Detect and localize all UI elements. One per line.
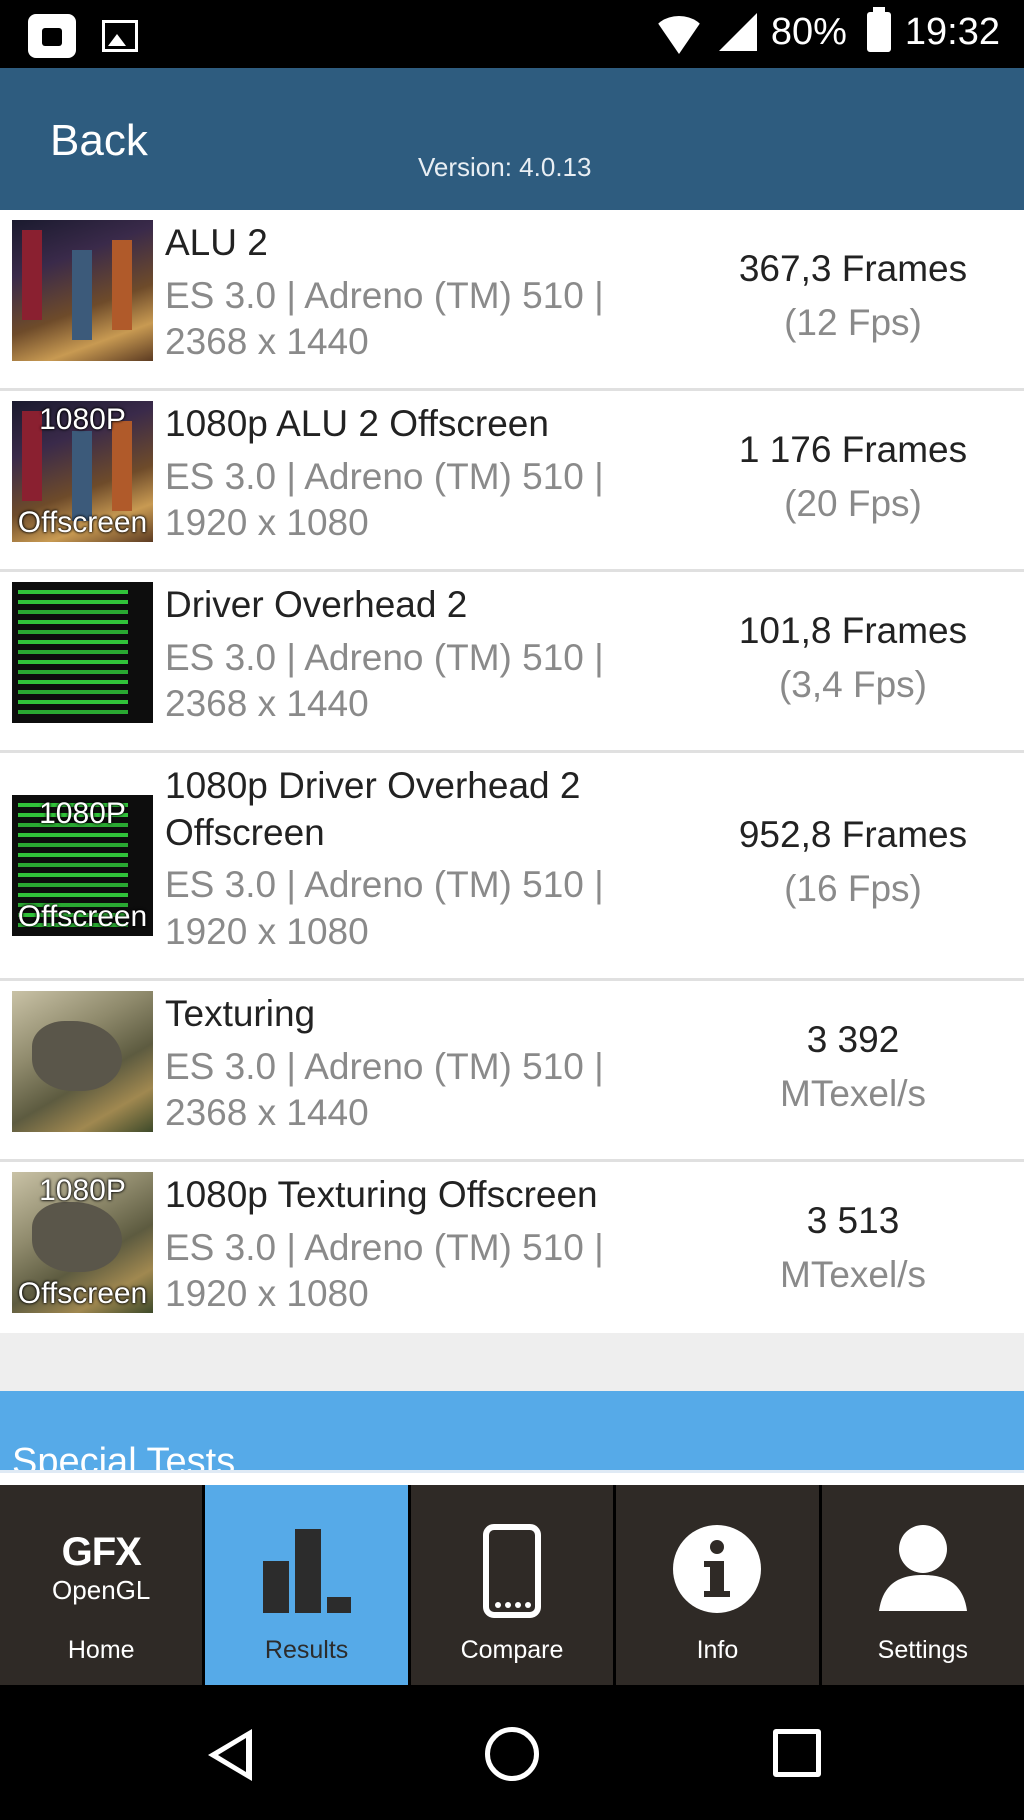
texturing-offscreen-thumbnail: 1080P Offscreen [12, 1172, 153, 1313]
nav-info[interactable]: Info [616, 1485, 819, 1685]
battery-percent: 80% [770, 10, 847, 53]
score-value: 101,8 Frames [738, 610, 968, 651]
result-resolution: 1920 x 1080 [165, 502, 369, 543]
status-bar: 80% 19:32 [0, 0, 1024, 68]
result-title: Texturing [165, 993, 316, 1034]
signal-icon [718, 13, 757, 51]
result-title-line2: Offscreen [165, 812, 325, 853]
system-home-icon[interactable] [485, 1727, 539, 1781]
result-title: 1080p Driver Overhead 2 [165, 765, 581, 806]
thumb-tag-bottom: Offscreen [17, 900, 148, 933]
bar-chart-icon [262, 1529, 351, 1613]
result-row-1080p-texturing-offscreen[interactable]: 1080P Offscreen 1080p Texturing Offscree… [0, 1162, 1024, 1340]
system-recents-icon[interactable] [773, 1729, 821, 1777]
result-resolution: 2368 x 1440 [165, 1092, 369, 1133]
result-score: 1 176 Frames (20 Fps) [700, 423, 1006, 531]
score-value: 3 513 [806, 1200, 900, 1241]
result-title: 1080p ALU 2 Offscreen [165, 403, 549, 444]
result-resolution: 1920 x 1080 [165, 1273, 369, 1314]
divider [0, 1470, 1024, 1473]
driver-overhead-offscreen-thumbnail: 1080P Offscreen [12, 795, 153, 936]
version-label: Version: 4.0.13 [418, 152, 592, 182]
alu2-thumbnail [12, 220, 153, 361]
score-value: 367,3 Frames [738, 248, 968, 289]
nav-home[interactable]: GFX OpenGL Home [0, 1485, 203, 1685]
battery-icon [866, 7, 891, 52]
system-nav-bar [0, 1685, 1024, 1820]
texturing-thumbnail [12, 991, 153, 1132]
result-row-texturing[interactable]: Texturing ES 3.0 | Adreno (TM) 510 | 236… [0, 981, 1024, 1162]
wifi-icon [652, 16, 705, 54]
special-tests-label: Special Tests [12, 1441, 236, 1471]
back-button[interactable]: Back [50, 116, 148, 166]
result-resolution: 2368 x 1440 [165, 321, 369, 362]
logo-main: GFX [61, 1530, 142, 1574]
score-value: 3 392 [806, 1019, 900, 1060]
driver-overhead-thumbnail [12, 582, 153, 723]
result-score: 101,8 Frames (3,4 Fps) [700, 604, 1006, 712]
result-api-gpu: ES 3.0 | Adreno (TM) 510 | [165, 275, 604, 316]
nav-home-label: Home [67, 1636, 135, 1664]
result-row-1080p-driver-overhead-2-offscreen[interactable]: 1080P Offscreen 1080p Driver Overhead 2 … [0, 753, 1024, 981]
score-unit: (16 Fps) [784, 868, 922, 909]
result-api-gpu: ES 3.0 | Adreno (TM) 510 | [165, 637, 604, 678]
briefcase-icon [28, 14, 76, 58]
alu2-offscreen-thumbnail: 1080P Offscreen [12, 401, 153, 542]
results-list: ALU 2 ES 3.0 | Adreno (TM) 510 | 2368 x … [0, 210, 1024, 1340]
result-api-gpu: ES 3.0 | Adreno (TM) 510 | [165, 864, 604, 905]
system-back-icon[interactable] [208, 1729, 252, 1781]
result-title: 1080p Texturing Offscreen [165, 1174, 598, 1215]
result-row-driver-overhead-2[interactable]: Driver Overhead 2 ES 3.0 | Adreno (TM) 5… [0, 572, 1024, 753]
logo-sub: OpenGL [52, 1575, 151, 1605]
thumb-tag-top: 1080P [39, 797, 126, 830]
nav-compare[interactable]: Compare [410, 1485, 614, 1685]
result-score: 367,3 Frames (12 Fps) [700, 242, 1006, 350]
nav-info-label: Info [696, 1636, 739, 1664]
result-api-gpu: ES 3.0 | Adreno (TM) 510 | [165, 1046, 604, 1087]
score-unit: MTexel/s [780, 1073, 926, 1114]
info-icon [673, 1525, 762, 1613]
result-resolution: 1920 x 1080 [165, 911, 369, 952]
result-title: ALU 2 [165, 222, 268, 263]
nav-results-label: Results [264, 1636, 349, 1664]
app-header: Back Version: 4.0.13 [0, 68, 1024, 210]
thumb-tag-top: 1080P [39, 1174, 126, 1207]
result-row-1080p-alu2-offscreen[interactable]: 1080P Offscreen 1080p ALU 2 Offscreen ES… [0, 391, 1024, 572]
nav-settings[interactable]: Settings [821, 1485, 1024, 1685]
result-score: 952,8 Frames (16 Fps) [700, 808, 1006, 916]
bottom-nav: GFX OpenGL Home Results Compare Info Set… [0, 1485, 1024, 1685]
score-unit: MTexel/s [780, 1254, 926, 1295]
user-icon [878, 1525, 967, 1611]
score-unit: (3,4 Fps) [778, 664, 928, 705]
nav-results[interactable]: Results [205, 1485, 408, 1685]
result-score: 3 513 MTexel/s [700, 1194, 1006, 1302]
thumb-tag-bottom: Offscreen [17, 506, 148, 539]
nav-settings-label: Settings [877, 1636, 968, 1664]
score-value: 1 176 Frames [738, 429, 968, 470]
score-value: 952,8 Frames [738, 814, 968, 855]
result-row-alu2[interactable]: ALU 2 ES 3.0 | Adreno (TM) 510 | 2368 x … [0, 210, 1024, 391]
result-api-gpu: ES 3.0 | Adreno (TM) 510 | [165, 1227, 604, 1268]
score-unit: (20 Fps) [784, 483, 922, 524]
result-score: 3 392 MTexel/s [700, 1013, 1006, 1121]
gfx-logo-icon: GFX OpenGL [52, 1530, 151, 1609]
thumb-tag-top: 1080P [39, 403, 126, 436]
result-resolution: 2368 x 1440 [165, 683, 369, 724]
result-title: Driver Overhead 2 [165, 584, 468, 625]
result-api-gpu: ES 3.0 | Adreno (TM) 510 | [165, 456, 604, 497]
clock: 19:32 [904, 10, 1000, 53]
score-unit: (12 Fps) [784, 302, 922, 343]
phone-icon [483, 1524, 542, 1618]
thumb-tag-bottom: Offscreen [17, 1277, 148, 1310]
special-tests-header[interactable]: Special Tests [0, 1391, 1024, 1471]
nav-compare-label: Compare [460, 1636, 564, 1664]
section-spacer [0, 1333, 1024, 1391]
image-icon [102, 20, 138, 52]
